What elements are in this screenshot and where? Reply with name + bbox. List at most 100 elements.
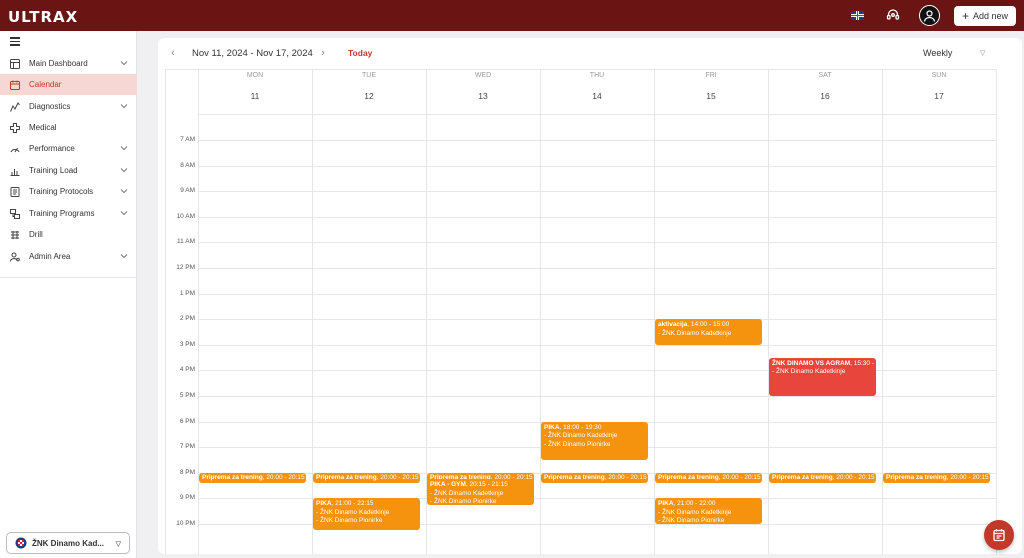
hour-line — [198, 319, 997, 321]
dashboard-icon — [10, 58, 20, 69]
day-name: SUN — [931, 72, 947, 79]
training-load-icon — [10, 166, 20, 176]
chevron-down-icon[interactable] — [120, 209, 128, 217]
sidebar-item-diagnostics[interactable]: Diagnostics — [0, 96, 137, 117]
calendar-event[interactable]: Priprema za trening, 20:00 - 20:15 — [199, 472, 306, 484]
hour-line — [198, 242, 997, 244]
day-number[interactable]: 13 — [426, 91, 540, 101]
chevron-down-icon[interactable] — [120, 144, 128, 152]
sidebar: Main Dashboard Calendar Diagnostics Medical… — [0, 31, 137, 558]
calendar-event[interactable]: PIKA - GYM, 20:15 - 21:15- ŽNK Dinamo Ka… — [427, 479, 534, 505]
calendar-event[interactable]: Priprema za trening, 20:00 - 20:15 — [883, 472, 990, 484]
chevron-down-icon[interactable] — [120, 252, 128, 260]
sidebar-item-training-programs[interactable]: Training Programs — [0, 203, 137, 224]
day-number[interactable]: 15 — [654, 91, 768, 101]
view-select[interactable]: Weekly — [923, 48, 952, 58]
app-logo[interactable]: ULTRAX — [8, 8, 78, 26]
event-team: - ŽNK Dinamo Pionirke — [316, 517, 383, 525]
sidebar-item-label: Diagnostics — [29, 102, 71, 111]
prev-week-chevron-icon[interactable]: ‹ — [168, 47, 178, 59]
hour-label: 10 AM — [176, 212, 195, 220]
add-new-label: Add new — [972, 11, 1009, 21]
calendar-event[interactable]: Priprema za trening, 20:00 - 20:15 — [541, 472, 648, 484]
day-number[interactable]: 12 — [312, 91, 426, 101]
event-heading: Priprema za trening, 20:00 - 20:15 — [772, 473, 875, 481]
calendar-event[interactable]: Priprema za trening, 20:00 - 20:15 — [769, 472, 876, 484]
sidebar-item-label: Medical — [29, 123, 57, 132]
sidebar-item-label: Training Programs — [29, 209, 95, 218]
calendar-header: ‹ Nov 11, 2024 - Nov 17, 2024 › Today We… — [158, 38, 1022, 68]
performance-icon — [10, 144, 20, 154]
chevron-down-icon[interactable] — [120, 102, 128, 110]
hour-line — [198, 165, 997, 167]
event-heading: Priprema za trening, 20:00 - 20:15 — [202, 473, 305, 481]
day-number[interactable]: 11 — [198, 91, 312, 101]
event-title: PIKA - GYM — [430, 481, 466, 489]
team-selector[interactable]: ŽNK Dinamo Kad... ▽ — [6, 532, 130, 554]
event-team: - ŽNK Dinamo Kadetkinje — [544, 432, 618, 440]
sidebar-item-main-dashboard[interactable]: Main Dashboard — [0, 53, 137, 74]
event-heading: PIKA - GYM, 20:15 - 21:15 — [430, 481, 508, 489]
event-heading: Priprema za trening, 20:00 - 20:15 — [886, 473, 989, 481]
day-name: WED — [474, 72, 492, 79]
sidebar-item-training-load[interactable]: Training Load — [0, 160, 137, 181]
event-team: - ŽNK Dinamo Pionirke — [544, 440, 611, 448]
sidebar-item-performance[interactable]: Performance — [0, 138, 137, 159]
sidebar-item-label: Training Load — [29, 166, 78, 175]
sidebar-item-calendar[interactable]: Calendar — [0, 74, 137, 95]
day-name: TUE — [362, 72, 376, 79]
chevron-down-icon[interactable] — [120, 59, 128, 67]
calendar-event[interactable]: PIKA, 21:00 - 22:15- ŽNK Dinamo Kadetkin… — [313, 498, 420, 531]
sidebar-item-label: Calendar — [29, 80, 62, 89]
calendar-event[interactable]: ŽNK DINAMO VS AGRAM, 15:30 -- ŽNK Dinamo… — [769, 357, 876, 396]
hour-label: 12 PM — [176, 264, 195, 271]
hour-label: 7 AM — [180, 136, 195, 143]
event-title: aktivacija — [658, 321, 688, 329]
calendar-event[interactable]: Priprema za trening, 20:00 - 20:15 — [655, 472, 762, 484]
event-time: 21:00 - 22:00 — [677, 500, 716, 508]
day-name: THU — [589, 72, 605, 79]
support-headset-icon[interactable] — [886, 8, 900, 22]
sidebar-item-medical[interactable]: Medical — [0, 117, 137, 138]
hour-line — [198, 344, 997, 346]
calendar-event[interactable]: PIKA, 18:00 - 19:30- ŽNK Dinamo Kadetkin… — [541, 421, 648, 460]
chevron-down-icon: ▽ — [115, 541, 121, 548]
sidebar-item-training-protocols[interactable]: Training Protocols — [0, 181, 137, 202]
next-week-chevron-icon[interactable]: › — [318, 47, 328, 59]
language-flag-icon[interactable] — [851, 11, 864, 20]
admin-icon — [10, 252, 20, 262]
sidebar-item-label: Performance — [29, 144, 75, 153]
chevron-down-icon[interactable] — [120, 166, 128, 174]
header-divider — [198, 114, 997, 115]
chevron-down-icon[interactable] — [120, 187, 128, 195]
event-time: 18:00 - 19:30 — [563, 423, 602, 431]
event-title: Priprema za trening — [658, 473, 719, 481]
sidebar-item-admin-area[interactable]: Admin Area — [0, 246, 137, 267]
sidebar-item-drill[interactable]: Drill — [0, 224, 137, 245]
hamburger-menu-icon[interactable] — [10, 37, 20, 48]
hour-label: 8 AM — [180, 161, 195, 169]
day-number[interactable]: 14 — [540, 91, 654, 101]
user-avatar[interactable] — [919, 5, 940, 26]
calendar-fab-button[interactable] — [984, 520, 1014, 550]
calendar-event[interactable]: PIKA, 21:00 - 22:00- ŽNK Dinamo Kadetkin… — [655, 498, 762, 524]
protocols-icon — [10, 186, 20, 197]
hour-label: 5 PM — [179, 392, 195, 399]
diagnostics-icon — [10, 101, 20, 112]
hour-line — [198, 140, 997, 141]
day-number[interactable]: 17 — [882, 91, 996, 101]
calendar-event[interactable]: aktivacija, 14:00 - 15:00- ŽNK Dinamo Ka… — [655, 319, 762, 345]
today-button[interactable]: Today — [348, 48, 372, 58]
team-crest-icon — [15, 537, 27, 549]
hour-label: 10 PM — [176, 520, 195, 527]
event-heading: PIKA, 18:00 - 19:30 — [544, 423, 602, 431]
chevron-down-icon[interactable]: ▽ — [980, 49, 985, 57]
sidebar-divider — [0, 277, 137, 278]
day-number[interactable]: 16 — [768, 91, 882, 101]
calendar-event[interactable]: Priprema za trening, 20:00 - 20:15 — [313, 472, 420, 484]
event-time: 20:00 - 20:15 — [722, 473, 761, 481]
date-range: Nov 11, 2024 - Nov 17, 2024 — [192, 48, 313, 59]
hour-label: 7 PM — [179, 443, 195, 451]
event-team: - ŽNK Dinamo Pionirke — [430, 498, 497, 505]
add-new-button[interactable]: + Add new — [954, 6, 1016, 26]
